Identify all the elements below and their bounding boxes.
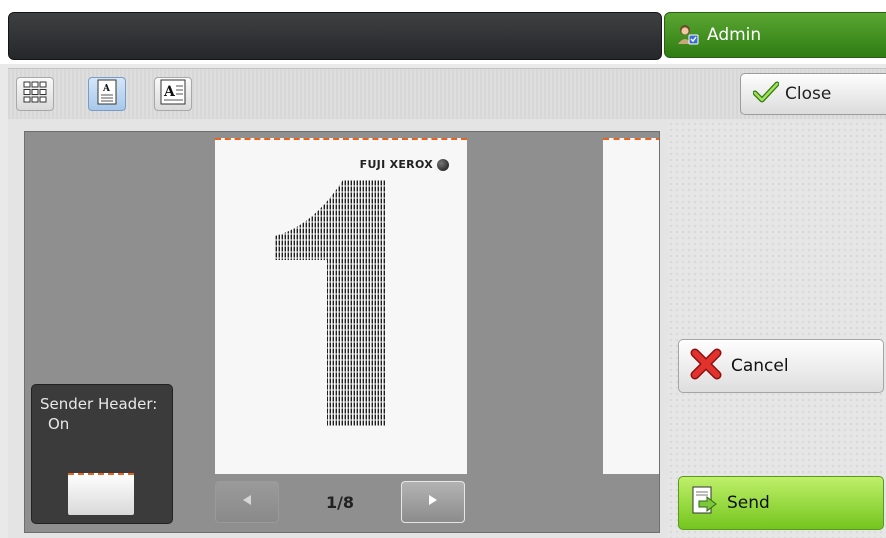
status-message-bar (8, 12, 662, 60)
page-indicator: 1/8 (325, 492, 355, 512)
page-view-icon: A (97, 79, 117, 109)
sender-header-value: On (48, 415, 70, 433)
page-content-figure (275, 180, 385, 426)
page-detail-icon: A (160, 79, 186, 109)
admin-user-button[interactable]: Admin (664, 12, 886, 58)
previous-page-button[interactable] (215, 481, 279, 523)
view-toolbar: A A Close (8, 69, 886, 119)
sender-header-thumbnail (68, 473, 134, 515)
action-panel: Cancel Send (668, 121, 886, 538)
page-detail-view-button[interactable]: A (154, 77, 192, 111)
next-page-button[interactable] (401, 481, 465, 523)
document-preview-area[interactable]: FUJI XEROX 1/8 Sender Header: On (24, 131, 660, 533)
checkmark-icon (752, 81, 780, 108)
preview-page-current: FUJI XEROX (215, 138, 467, 474)
cancel-button[interactable]: Cancel (678, 339, 884, 393)
top-bar: Admin (0, 0, 886, 64)
page-navigator: 1/8 (215, 481, 467, 525)
send-label: Send (727, 493, 770, 513)
admin-user-icon (675, 22, 701, 48)
single-page-view-button[interactable]: A (88, 77, 126, 111)
close-label: Close (785, 84, 832, 104)
sender-header-card[interactable]: Sender Header: On (31, 384, 173, 524)
grid-icon (23, 81, 47, 107)
close-button[interactable]: Close (740, 73, 886, 115)
thumbnail-grid-view-button[interactable] (16, 77, 54, 111)
red-x-icon (689, 347, 723, 386)
svg-text:A: A (163, 84, 176, 100)
svg-text:A: A (102, 84, 111, 94)
left-arrow-icon (241, 494, 253, 510)
right-arrow-icon (427, 494, 439, 510)
cancel-label: Cancel (731, 356, 789, 376)
preview-page-next (603, 138, 659, 474)
preview-panel: A A Close FUJI XEROX 1/8 Sender Header: … (8, 68, 886, 538)
sender-header-band (603, 138, 659, 144)
sender-header-label: Sender Header: (40, 395, 158, 413)
send-document-icon (691, 485, 719, 522)
send-button[interactable]: Send (678, 476, 884, 530)
admin-label: Admin (707, 25, 762, 45)
sender-header-dash (68, 473, 134, 475)
